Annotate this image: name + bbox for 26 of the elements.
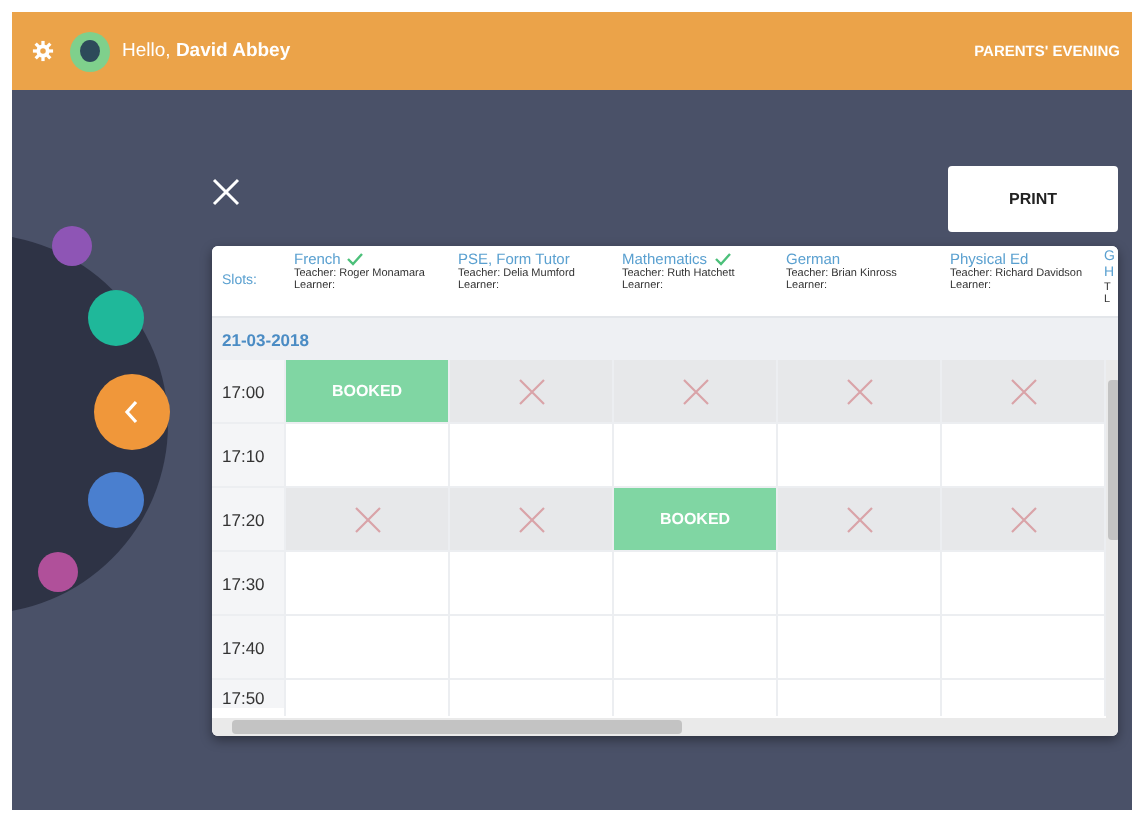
- settings-icon[interactable]: [32, 40, 54, 62]
- unavailable-icon: [1009, 505, 1037, 533]
- booked-slot[interactable]: BOOKED: [284, 360, 448, 422]
- unavailable-icon: [517, 505, 545, 533]
- print-button[interactable]: PRINT: [948, 166, 1118, 232]
- chevron-left-icon: [124, 400, 140, 424]
- close-icon[interactable]: [212, 178, 240, 206]
- unavailable-icon: [1009, 377, 1037, 405]
- horizontal-scrollbar[interactable]: [212, 718, 1118, 736]
- date-label: 21-03-2018: [222, 329, 309, 349]
- greeting-text: Hello, David Abbey: [122, 40, 291, 62]
- time-slot: 17:20: [212, 488, 284, 550]
- menu-dot[interactable]: [52, 226, 92, 266]
- unavailable-icon: [353, 505, 381, 533]
- unavailable-icon: [517, 377, 545, 405]
- time-slot: 17:00: [212, 360, 284, 422]
- unavailable-icon: [845, 505, 873, 533]
- time-slot: 17:50: [212, 680, 284, 708]
- booked-slot[interactable]: BOOKED: [612, 488, 776, 550]
- time-slot: 17:40: [212, 616, 284, 678]
- unavailable-icon: [681, 377, 709, 405]
- time-slot: 17:10: [212, 424, 284, 486]
- time-slot: 17:30: [212, 552, 284, 614]
- vertical-scrollbar[interactable]: [1106, 360, 1118, 718]
- unavailable-icon: [845, 377, 873, 405]
- avatar-icon: [70, 31, 110, 71]
